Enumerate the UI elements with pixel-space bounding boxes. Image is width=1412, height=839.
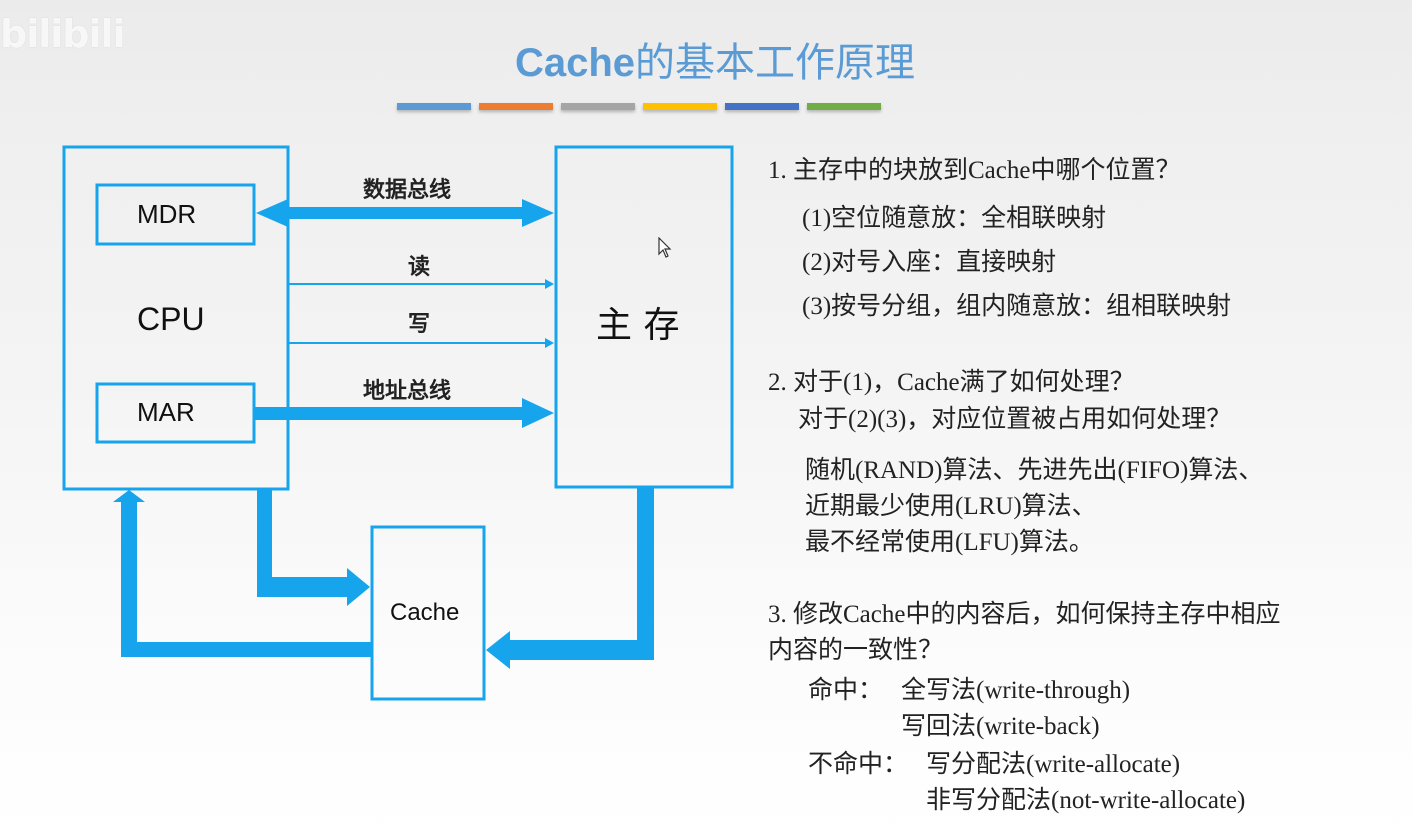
q1-question: 1. 主存中的块放到Cache中哪个位置？ [768,157,1181,184]
write-arrowhead [545,338,554,348]
q1-answer: (2)对号入座：直接映射 [802,249,1057,276]
mouse-cursor-icon [658,237,672,258]
q2-question-line2: 对于(2)(3)，对应位置被占用如何处理？ [798,406,1232,433]
memory-to-cache-arrow [486,487,654,669]
q2-question-line1: 2. 对于(1)，Cache满了如何处理？ [768,369,1135,396]
q3-miss-label: 不命中： [808,751,909,778]
read-label: 读 [408,255,431,280]
write-line [288,342,546,344]
q1-answer: (3)按号分组，组内随意放：组相联映射 [802,293,1232,320]
q3-question-line1: 3. 修改Cache中的内容后，如何保持主存中相应 [768,601,1281,628]
main-memory-label: 主 存 [596,305,680,346]
q3-hit-answer: 全写法(write-through) [901,677,1131,704]
q3-question-line2: 内容的一致性？ [768,637,944,664]
q2-answer: 最不经常使用(LFU)算法。 [805,529,1094,556]
cpu-label: CPU [137,301,205,337]
address-bus-label: 地址总线 [363,379,452,404]
read-line [288,283,546,285]
cache-to-cpu-arrow [113,490,372,657]
q3-miss-answer: 非写分配法(not-write-allocate) [926,787,1246,814]
q3-miss-answer: 写分配法(write-allocate) [926,751,1181,778]
q3-hit-answer: 写回法(write-back) [901,713,1100,740]
write-label: 写 [408,312,431,337]
q3-hit-label: 命中： [808,677,884,704]
q1-answer: (1)空位随意放：全相联映射 [802,205,1107,232]
read-arrowhead [545,279,554,289]
mar-label: MAR [137,397,195,427]
mdr-label: MDR [137,199,197,229]
q2-answer: 随机(RAND)算法、先进先出(FIFO)算法、 [805,457,1264,484]
cache-label: Cache [390,599,460,626]
cpu-to-cache-arrow [257,489,370,606]
q2-answer: 近期最少使用(LRU)算法、 [805,493,1097,520]
data-bus-label: 数据总线 [363,178,452,203]
